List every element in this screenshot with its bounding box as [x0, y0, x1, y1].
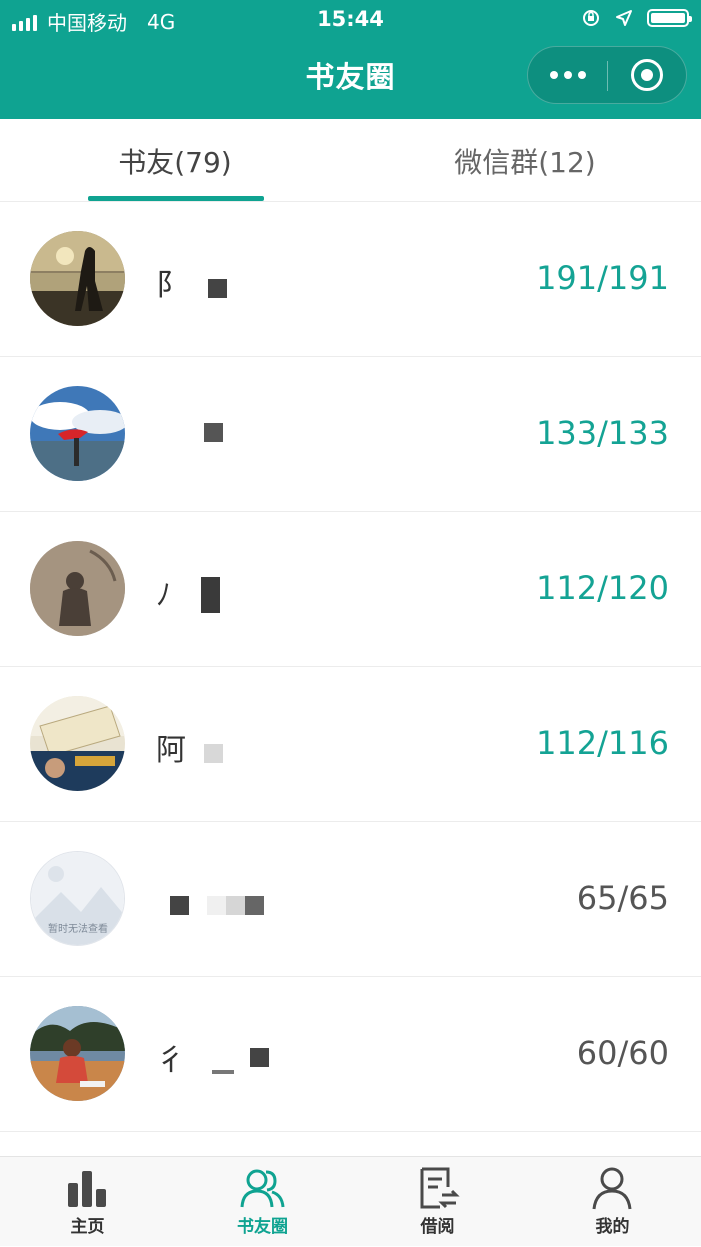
- more-dot-icon: [564, 71, 572, 79]
- battery-icon: [647, 9, 692, 27]
- mosaic-redaction: [204, 743, 223, 763]
- borrow-document-icon: [420, 1167, 460, 1209]
- book-count: 191/191: [536, 259, 669, 297]
- friend-name: 阝: [156, 260, 227, 304]
- tab-friends[interactable]: 书友(79): [0, 141, 350, 181]
- more-button[interactable]: [528, 47, 608, 103]
- book-count: 112/116: [536, 724, 669, 762]
- avatar: [30, 1006, 125, 1101]
- tabbar-item-borrow[interactable]: 借阅: [350, 1157, 525, 1247]
- book-count: 65/65: [576, 879, 669, 917]
- tabbar-label: 书友圈: [237, 1217, 288, 1237]
- list-item[interactable]: 彳 60/60: [0, 977, 701, 1132]
- close-miniprogram-icon[interactable]: [631, 59, 663, 91]
- mosaic-redaction: [250, 1047, 269, 1067]
- tab-wechat-groups[interactable]: 微信群(12): [350, 141, 700, 181]
- tabbar-label: 主页: [70, 1217, 105, 1237]
- friend-name: ﾉ: [156, 570, 220, 614]
- list-item[interactable]: 133/133: [0, 357, 701, 512]
- people-icon: [240, 1169, 285, 1208]
- tabbar-label: 借阅: [420, 1217, 455, 1237]
- avatar-placeholder-caption: 暂时无法查看: [48, 922, 108, 935]
- more-dot-icon: [578, 71, 586, 79]
- list-item[interactable]: ﾉ 112/120: [0, 512, 701, 667]
- avatar: [30, 541, 125, 636]
- more-dot-icon: [550, 71, 558, 79]
- status-icons: [581, 8, 692, 28]
- person-icon: [592, 1167, 632, 1210]
- tabbar-item-book-circle[interactable]: 书友圈: [175, 1157, 350, 1247]
- app-header: 中国移动 4G 15:44 书友圈: [0, 0, 701, 119]
- bottom-tab-bar: 主页 书友圈 借阅 我的: [0, 1156, 701, 1246]
- book-count: 133/133: [536, 414, 669, 452]
- mosaic-redaction: [226, 896, 245, 915]
- book-count: 112/120: [536, 569, 669, 607]
- friend-list: 阝 191/191 133/133 ﾉ 112/120 阿 112/116 暂时…: [0, 202, 701, 1132]
- mosaic-redaction: [212, 1070, 234, 1074]
- avatar: [30, 696, 125, 791]
- list-item[interactable]: 阿 112/116: [0, 667, 701, 822]
- friend-name: [168, 880, 264, 915]
- avatar: [30, 231, 125, 326]
- segment-tabs: 书友(79) 微信群(12): [0, 119, 701, 202]
- friend-name: 阿: [156, 725, 223, 769]
- list-item[interactable]: 阝 191/191: [0, 202, 701, 357]
- miniprogram-capsule: [527, 46, 687, 104]
- mosaic-redaction: [207, 896, 226, 915]
- capsule-divider: [607, 61, 608, 91]
- tabbar-label: 我的: [595, 1217, 630, 1237]
- status-bar: 中国移动 4G 15:44: [0, 0, 701, 40]
- bar-chart-icon: [68, 1171, 106, 1207]
- avatar: [30, 386, 125, 481]
- tabbar-item-mine[interactable]: 我的: [525, 1157, 700, 1247]
- friend-name: 彳: [156, 1035, 269, 1079]
- mosaic-redaction: [208, 278, 227, 298]
- friend-name: [156, 415, 223, 442]
- list-item[interactable]: 暂时无法查看 65/65: [0, 822, 701, 977]
- mosaic-redaction: [170, 896, 189, 915]
- location-arrow-icon: [616, 10, 632, 26]
- avatar: 暂时无法查看: [30, 851, 125, 946]
- mosaic-redaction: [204, 423, 223, 442]
- book-count: 60/60: [576, 1034, 669, 1072]
- rotation-lock-icon: [583, 10, 599, 26]
- active-tab-indicator: [88, 196, 264, 201]
- mosaic-redaction: [245, 896, 264, 915]
- tabbar-item-home[interactable]: 主页: [0, 1157, 175, 1247]
- mosaic-redaction: [201, 577, 220, 613]
